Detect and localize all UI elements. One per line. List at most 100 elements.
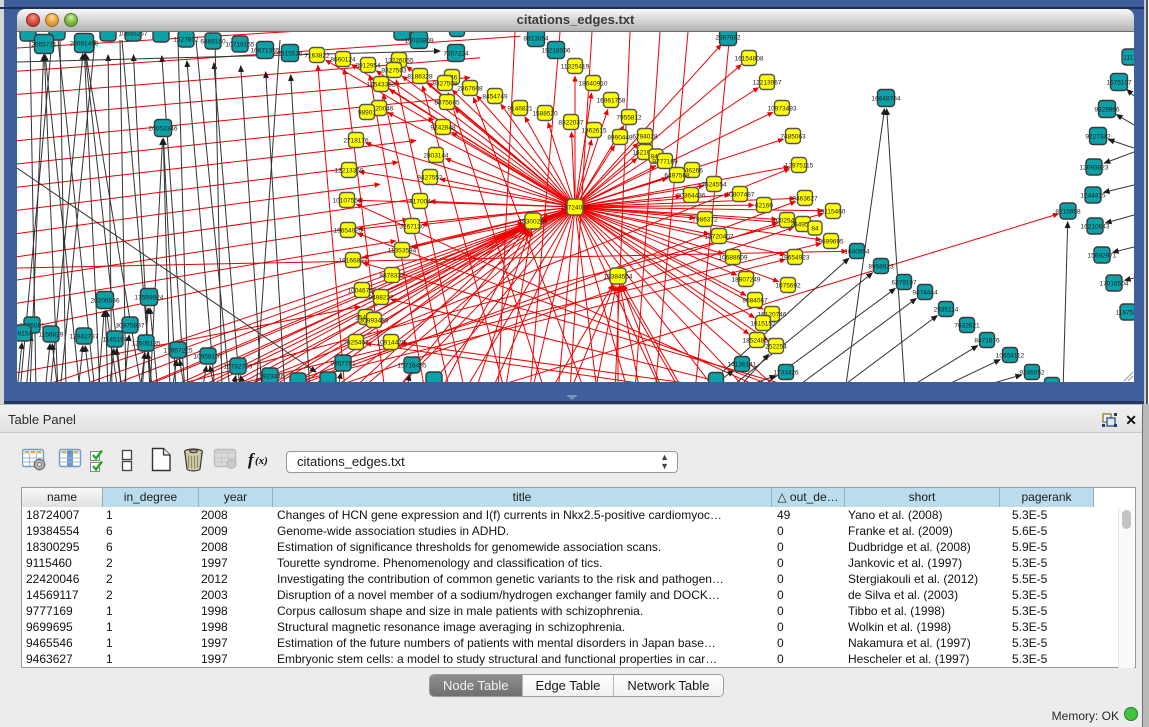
svg-text:417004: 417004	[409, 199, 431, 206]
svg-text:15720407: 15720407	[705, 234, 734, 241]
svg-text:8958923: 8958923	[868, 264, 894, 271]
svg-text:10973493: 10973493	[768, 106, 797, 113]
svg-text:16154808: 16154808	[735, 56, 764, 63]
svg-text:10654112: 10654112	[996, 353, 1025, 360]
svg-text:6466160: 6466160	[200, 39, 226, 46]
svg-text:8454749: 8454749	[482, 94, 508, 101]
svg-text:19218506: 19218506	[542, 48, 571, 55]
svg-text:19654925: 19654925	[334, 228, 363, 235]
svg-text:15716485: 15716485	[398, 363, 427, 370]
svg-text:12942737: 12942737	[70, 334, 99, 341]
svg-text:1244415: 1244415	[1080, 193, 1106, 200]
svg-text:7625402: 7625402	[343, 340, 369, 347]
svg-text:20206536: 20206536	[91, 298, 120, 305]
svg-text:9699695: 9699695	[818, 239, 844, 246]
svg-text:8813054: 8813054	[523, 36, 549, 43]
svg-text:10807487: 10807487	[726, 192, 755, 199]
svg-text:8215958: 8215958	[1055, 209, 1081, 216]
svg-text:7632621: 7632621	[954, 323, 980, 330]
svg-text:8186328: 8186328	[407, 74, 433, 81]
svg-text:1640954: 1640954	[844, 249, 870, 256]
svg-text:12975115: 12975115	[785, 163, 814, 170]
svg-text:1615152: 1615152	[750, 321, 776, 328]
svg-text:7485063: 7485063	[780, 134, 806, 141]
svg-text:17957225: 17957225	[164, 348, 193, 355]
svg-text:98901: 98901	[358, 110, 376, 117]
svg-text:16033809: 16033809	[405, 38, 434, 45]
svg-text:1362615: 1362615	[581, 128, 607, 135]
svg-text:9227342: 9227342	[1085, 134, 1111, 141]
svg-text:6497568: 6497568	[664, 173, 690, 180]
svg-text:7163822: 7163822	[304, 53, 330, 60]
svg-text:11325419: 11325419	[561, 64, 590, 71]
svg-text:8471676: 8471676	[974, 338, 1000, 345]
svg-text:18640910: 18640910	[579, 81, 608, 88]
svg-text:2055721: 2055721	[31, 42, 57, 49]
svg-text:30975887: 30975887	[116, 323, 145, 330]
svg-text:30993459: 30993459	[360, 318, 389, 325]
svg-text:1167533: 1167533	[1116, 310, 1134, 317]
svg-text:10671355: 10671355	[251, 48, 280, 55]
svg-text:9115460: 9115460	[821, 209, 846, 216]
svg-text:18724007: 18724007	[561, 205, 590, 212]
svg-text:7986372: 7986372	[692, 217, 718, 224]
svg-text:7515526: 7515526	[277, 51, 303, 58]
svg-text:19166827: 19166827	[339, 258, 368, 265]
svg-text:17559924: 17559924	[135, 295, 164, 302]
svg-text:10958107: 10958107	[194, 354, 223, 361]
svg-text:2935114: 2935114	[934, 307, 959, 314]
svg-text:7357224: 7357224	[443, 51, 469, 58]
svg-text:9463627: 9463627	[792, 196, 818, 203]
svg-text:39154: 39154	[17, 331, 32, 338]
svg-text:7955812: 7955812	[616, 115, 642, 122]
svg-text:20364436: 20364436	[677, 193, 706, 200]
svg-text:12213967: 12213967	[753, 80, 782, 87]
svg-text:84: 84	[811, 226, 819, 233]
svg-text:8912954: 8912954	[355, 63, 381, 70]
svg-text:8427552: 8427552	[417, 175, 443, 182]
svg-text:9329966: 9329966	[1094, 107, 1120, 114]
svg-text:10107553: 10107553	[333, 198, 362, 205]
svg-text:11353594: 11353594	[388, 248, 417, 255]
svg-text:2387682: 2387682	[715, 35, 741, 42]
svg-text:1156829: 1156829	[39, 332, 64, 339]
svg-text:10688609: 10688609	[719, 255, 748, 262]
svg-text:9777169: 9777169	[652, 159, 678, 166]
svg-text:18807249: 18807249	[732, 277, 761, 284]
svg-text:15692971: 15692971	[1088, 253, 1117, 260]
svg-text:18300295: 18300295	[519, 219, 548, 226]
svg-text:9857791: 9857791	[330, 361, 356, 368]
svg-text:(x): (x)	[255, 455, 268, 467]
svg-text:1733426: 1733426	[773, 370, 799, 377]
svg-text:16648784: 16648784	[872, 96, 901, 103]
svg-text:19384554: 19384554	[604, 274, 633, 281]
svg-text:8660124: 8660124	[330, 57, 356, 64]
svg-text:2803144: 2803144	[423, 153, 449, 160]
svg-text:1117: 1117	[1123, 55, 1134, 62]
svg-text:1145194: 1145194	[103, 337, 128, 344]
svg-text:17016504: 17016504	[1100, 281, 1129, 288]
svg-text:9498222: 9498222	[368, 295, 394, 302]
svg-text:16782759: 16782759	[224, 364, 253, 371]
svg-text:14136141: 14136141	[728, 362, 757, 369]
svg-text:1575107: 1575107	[1106, 80, 1132, 87]
svg-text:9245052: 9245052	[1019, 370, 1045, 377]
svg-text:10914479: 10914479	[377, 340, 406, 347]
svg-text:16210643: 16210643	[1081, 224, 1110, 231]
svg-text:6379197: 6379197	[891, 280, 917, 287]
svg-text:9242848: 9242848	[430, 125, 456, 132]
svg-text:8875685: 8875685	[434, 100, 460, 107]
svg-text:20091406: 20091406	[70, 41, 99, 48]
svg-text:8322037: 8322037	[558, 120, 584, 127]
svg-text:10655267: 10655267	[119, 32, 148, 38]
svg-text:2718176: 2718176	[343, 138, 369, 145]
svg-text:12213369: 12213369	[335, 168, 364, 175]
svg-text:8878332: 8878332	[379, 273, 405, 280]
svg-text:3267130: 3267130	[399, 224, 425, 231]
svg-text:20053346: 20053346	[149, 126, 178, 133]
svg-text:1588520: 1588520	[532, 111, 558, 118]
svg-text:9327503: 9327503	[381, 68, 407, 75]
svg-text:62160: 62160	[755, 203, 773, 210]
svg-text:252254: 252254	[765, 344, 787, 351]
svg-text:10543362: 10543362	[367, 82, 396, 89]
